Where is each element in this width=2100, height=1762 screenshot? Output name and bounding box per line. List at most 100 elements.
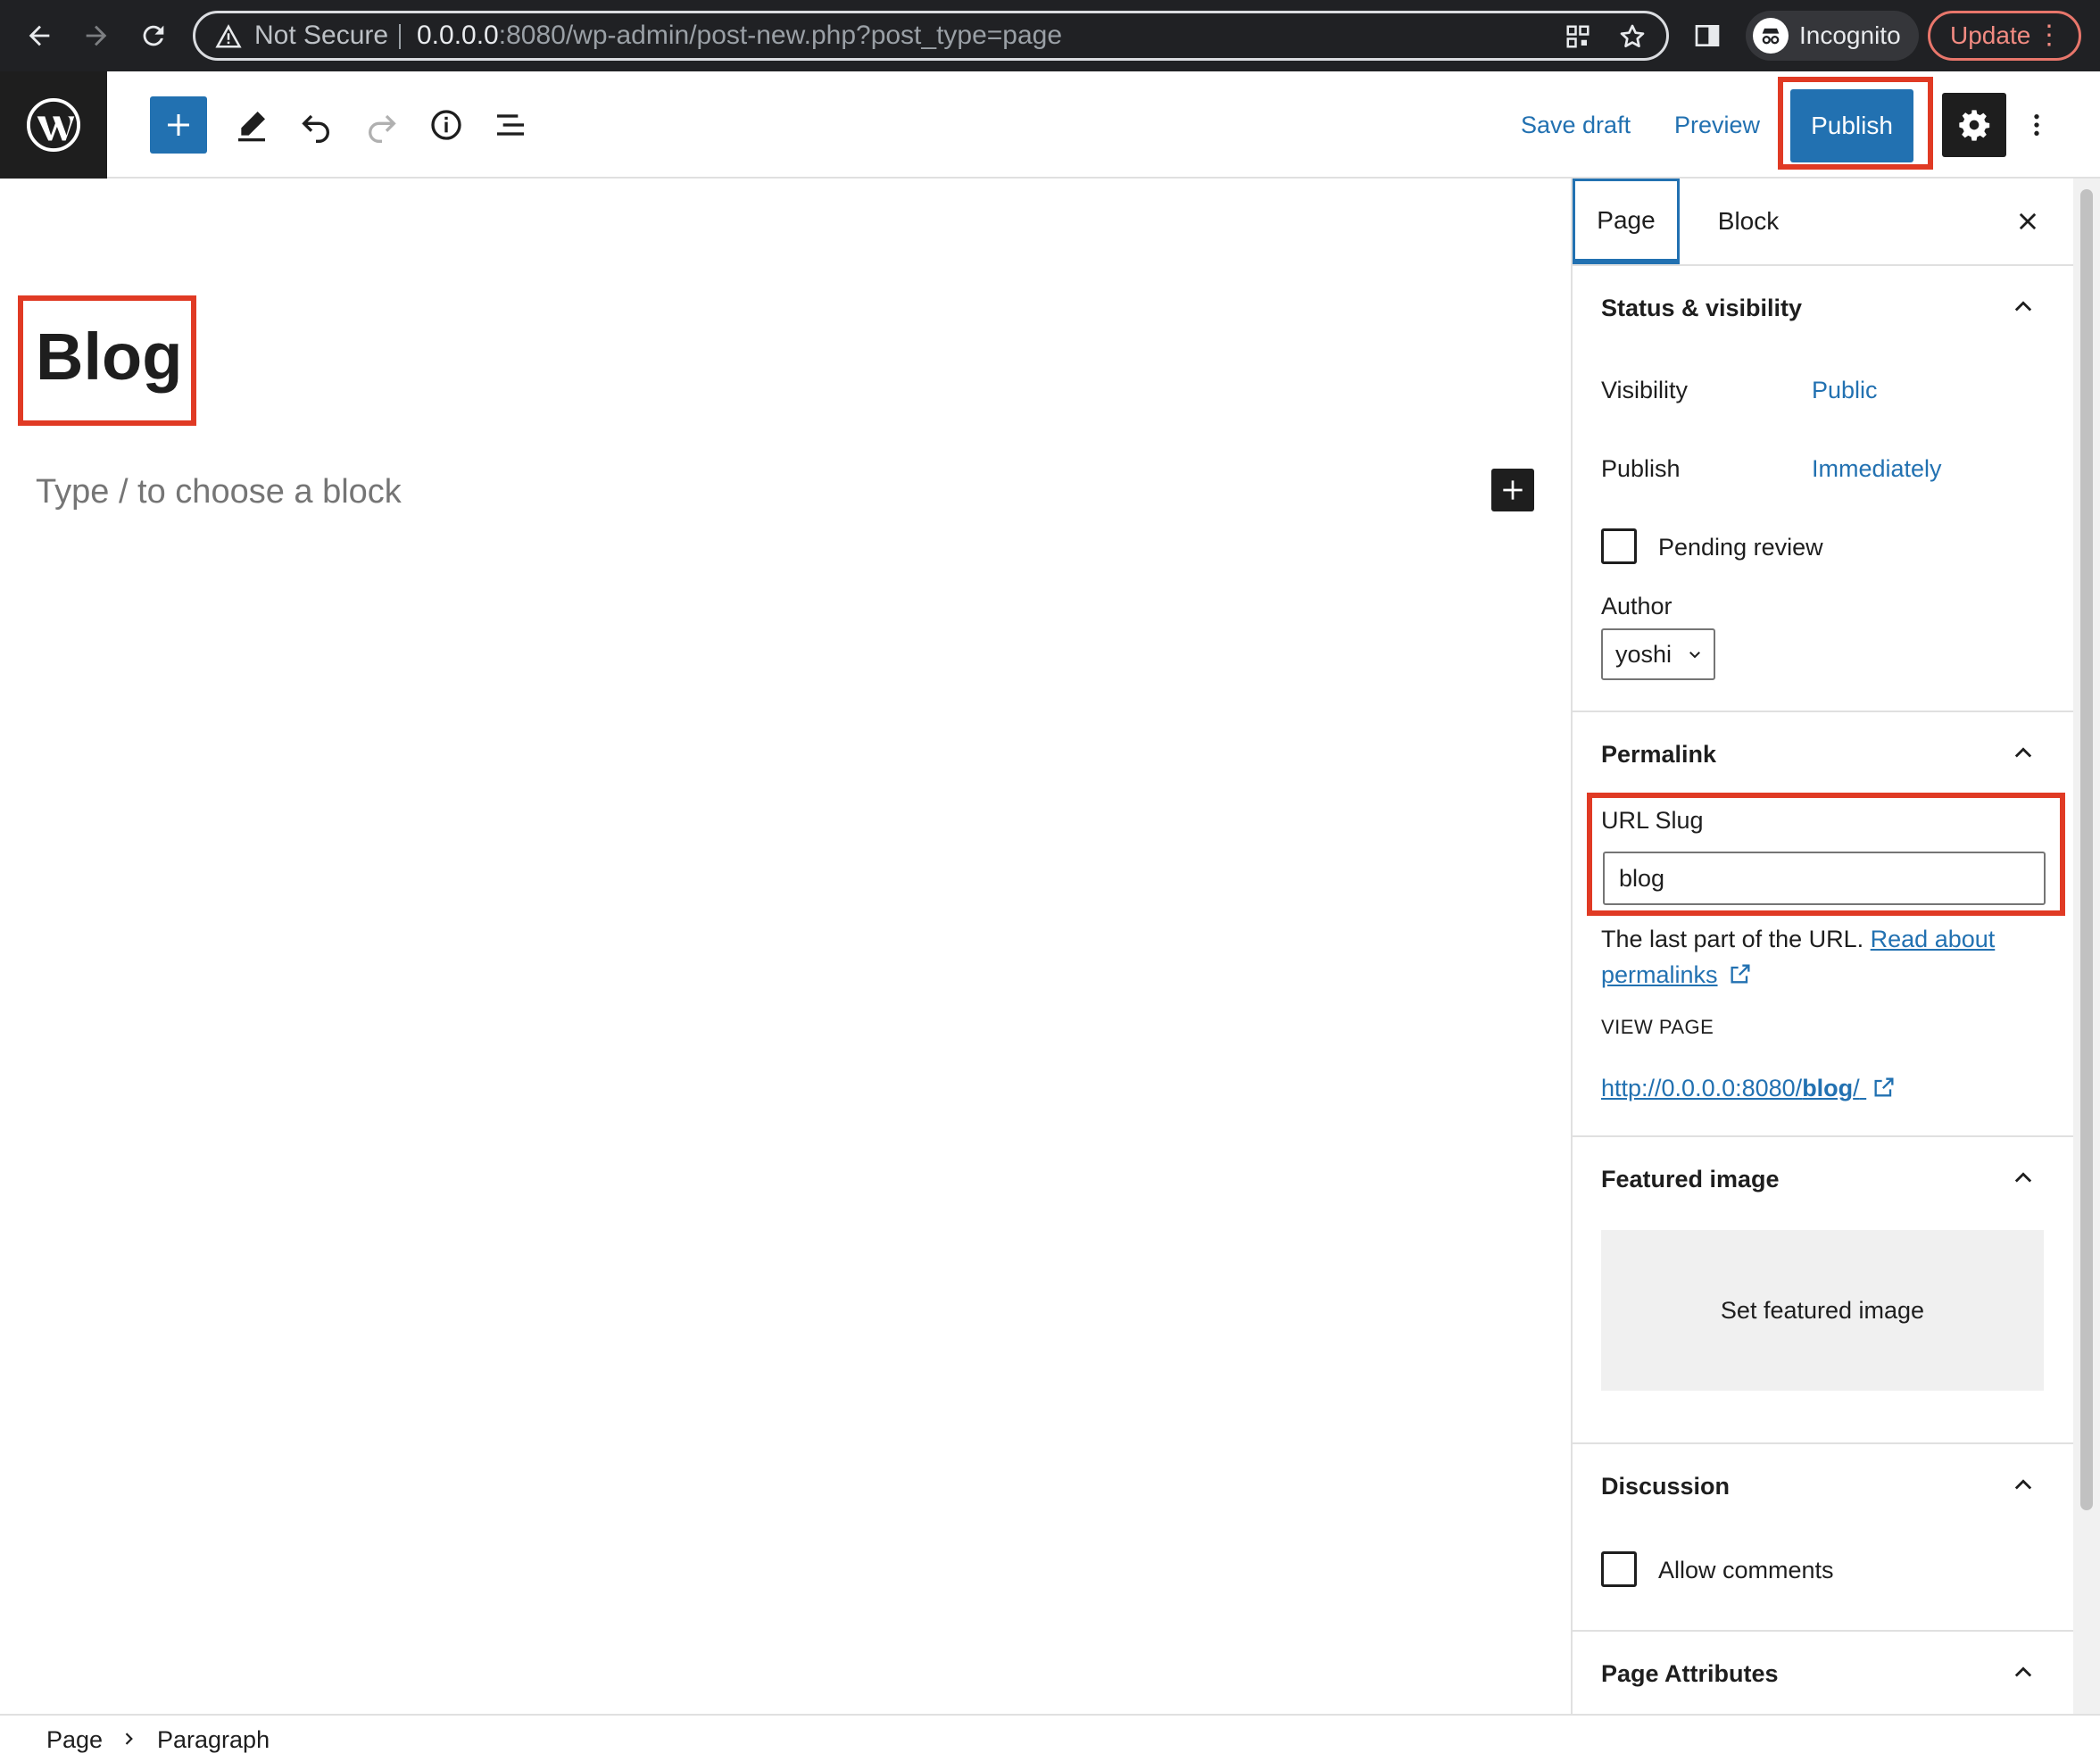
discussion-toggle[interactable]: Discussion (1601, 1473, 1730, 1500)
view-url-base: http://0.0.0.0:8080/ (1601, 1075, 1803, 1101)
block-inserter-button[interactable] (1491, 469, 1534, 511)
forward-button[interactable] (71, 11, 121, 61)
undo-button[interactable] (287, 96, 344, 154)
featured-image-panel: Featured image Set featured image (1573, 1135, 2075, 1444)
url-host: 0.0.0.0 (417, 21, 499, 50)
reload-icon (143, 25, 164, 46)
breadcrumb-page[interactable]: Page (46, 1726, 103, 1754)
allow-comments-checkbox[interactable] (1601, 1551, 1637, 1587)
permalinks-link[interactable]: permalinks (1601, 961, 1718, 988)
list-view-button[interactable] (482, 96, 539, 154)
status-visibility-panel: Status & visibility Visibility Public Pu… (1573, 264, 2075, 712)
allow-comments-label: Allow comments (1658, 1557, 1834, 1583)
address-bar[interactable]: Not Secure 0.0.0.0:8080/wp-admin/post-ne… (193, 11, 1669, 61)
omnibox-divider (399, 24, 401, 49)
publish-label: Publish (1811, 112, 1893, 139)
url-slug-label: URL Slug (1601, 807, 1704, 834)
add-block-button[interactable] (150, 96, 207, 154)
reload-button[interactable] (129, 11, 178, 61)
page-title-input[interactable]: Blog (36, 312, 182, 402)
wordpress-logo-button[interactable] (0, 71, 107, 179)
url-path: :8080/wp-admin/post-new.php?post_type=pa… (498, 21, 1063, 50)
editor-canvas: Blog Type / to choose a block (0, 179, 1571, 1714)
url-text: 0.0.0.0:8080/wp-admin/post-new.php?post_… (417, 13, 1062, 58)
preview-button[interactable]: Preview (1674, 104, 1760, 146)
sidebar-scrollbar[interactable] (2073, 179, 2100, 1714)
chevron-up-icon[interactable] (2011, 1166, 2036, 1191)
qr-code-icon[interactable] (1565, 23, 1591, 50)
wordpress-logo-icon (26, 97, 81, 153)
security-label: Not Secure (254, 21, 389, 50)
discussion-panel: Discussion Allow comments (1573, 1442, 2075, 1632)
status-visibility-toggle[interactable]: Status & visibility (1601, 295, 1802, 322)
url-slug-input[interactable] (1603, 852, 2046, 905)
author-select[interactable]: yoshi (1601, 628, 1715, 680)
slug-help-label: The last part of the URL. (1601, 926, 1864, 952)
options-button[interactable] (2008, 96, 2065, 154)
info-icon (431, 110, 461, 140)
scrollbar-thumb[interactable] (2080, 189, 2093, 1510)
pencil-icon (238, 112, 265, 142)
chevron-up-icon[interactable] (2011, 741, 2036, 766)
breadcrumb-paragraph[interactable]: Paragraph (157, 1726, 270, 1754)
set-featured-image-button[interactable]: Set featured image (1601, 1230, 2044, 1391)
more-vert-icon: ⋮ (2036, 21, 2063, 50)
bookmark-star-icon[interactable] (1618, 22, 1647, 51)
plus-icon (168, 114, 189, 136)
incognito-label: Incognito (1799, 21, 1901, 49)
gear-icon (1959, 110, 1990, 141)
warning-icon (215, 24, 242, 48)
update-label: Update (1950, 21, 2031, 49)
block-breadcrumb: Page Paragraph (0, 1714, 2100, 1762)
pending-review-checkbox[interactable] (1601, 528, 1637, 564)
plus-icon (1503, 480, 1523, 500)
view-url-slug: blog (1802, 1075, 1854, 1101)
view-page-link[interactable]: http://0.0.0.0:8080/blog/ (1601, 1075, 1897, 1102)
view-page-label: VIEW PAGE (1601, 1016, 1714, 1038)
side-panel-icon[interactable] (1693, 21, 1722, 50)
more-vertical-icon (2034, 114, 2039, 136)
close-icon (2019, 212, 2037, 230)
view-url-end: / (1853, 1075, 1860, 1101)
save-draft-button[interactable]: Save draft (1521, 104, 1631, 146)
publish-date-label: Publish (1601, 455, 1681, 482)
back-button[interactable] (14, 11, 64, 61)
page-attributes-panel: Page Attributes (1573, 1630, 2075, 1714)
set-featured-image-label: Set featured image (1720, 1296, 1925, 1324)
chevron-up-icon[interactable] (2011, 1473, 2036, 1498)
close-sidebar-button[interactable] (2010, 204, 2046, 239)
visibility-toggle[interactable]: Public (1812, 377, 1878, 404)
tab-page[interactable]: Page (1573, 179, 1680, 264)
author-label: Author (1601, 593, 1673, 619)
permalink-toggle[interactable]: Permalink (1601, 741, 1716, 769)
back-arrow-icon (29, 25, 50, 46)
redo-icon (369, 114, 396, 143)
publish-date-toggle[interactable]: Immediately (1812, 455, 1942, 483)
update-button[interactable]: Update ⋮ (1928, 11, 2081, 61)
tools-button[interactable] (223, 96, 280, 154)
chevron-up-icon[interactable] (2011, 295, 2036, 320)
sidebar-tabs: Page Block (1573, 179, 2075, 266)
featured-image-toggle[interactable]: Featured image (1601, 1166, 1780, 1193)
visibility-label: Visibility (1601, 377, 1689, 403)
forward-arrow-icon (86, 25, 107, 46)
list-view-icon (497, 114, 524, 136)
publish-button[interactable]: Publish (1790, 89, 1913, 162)
slug-help-text: The last part of the URL. Read about per… (1601, 921, 2047, 993)
tab-block[interactable]: Block (1685, 179, 1812, 262)
details-button[interactable] (418, 96, 475, 154)
external-link-icon (1874, 1077, 1894, 1097)
page-attributes-toggle[interactable]: Page Attributes (1601, 1660, 1779, 1688)
chevron-down-icon (1689, 652, 1700, 659)
redo-button[interactable] (353, 96, 411, 154)
read-about-link[interactable]: Read about (1871, 926, 1996, 952)
editor-header: Save draft Preview Publish (0, 71, 2100, 179)
author-value: yoshi (1615, 641, 1673, 668)
settings-sidebar: Page Block Status & visibility Visibilit… (1571, 179, 2075, 1714)
chevron-up-icon[interactable] (2011, 1660, 2036, 1685)
incognito-badge[interactable]: Incognito (1746, 11, 1919, 61)
paragraph-block-placeholder[interactable]: Type / to choose a block (36, 473, 402, 511)
browser-chrome: Not Secure 0.0.0.0:8080/wp-admin/post-ne… (0, 0, 2100, 71)
settings-button[interactable] (1942, 93, 2006, 157)
pending-review-label: Pending review (1658, 534, 1823, 561)
